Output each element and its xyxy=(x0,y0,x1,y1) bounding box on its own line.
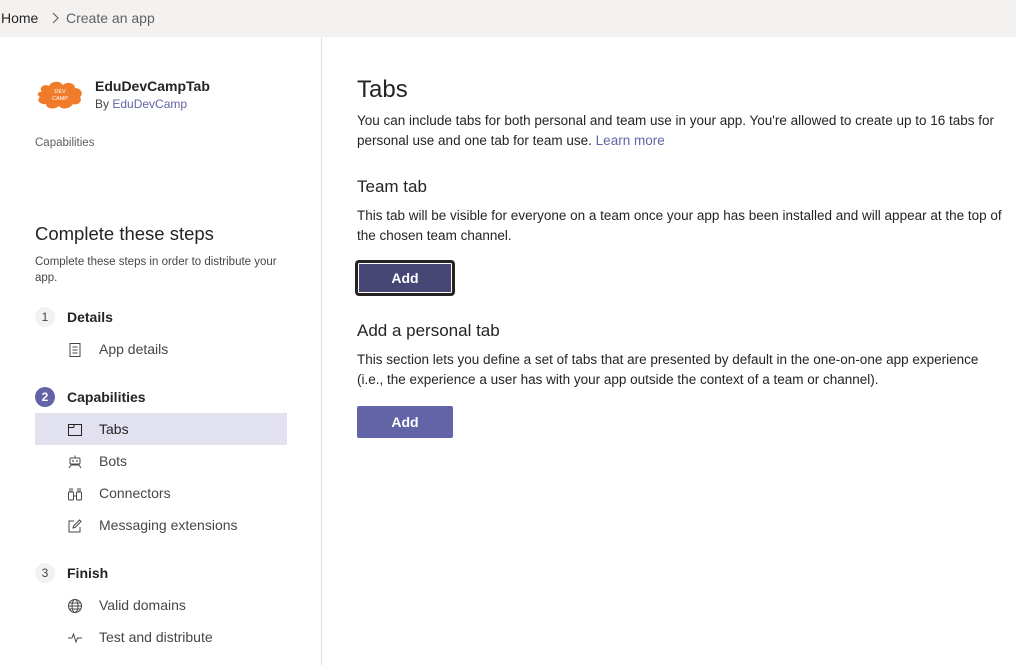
personal-tab-description: This section lets you define a set of ta… xyxy=(357,352,979,387)
step-number-1: 1 xyxy=(35,307,55,327)
sidebar-item-label: Messaging extensions xyxy=(99,517,238,533)
sidebar-item-label: Connectors xyxy=(99,485,171,501)
sidebar-item-connectors[interactable]: Connectors xyxy=(35,477,287,509)
app-author: By EduDevCamp xyxy=(95,97,187,111)
document-icon xyxy=(69,343,81,357)
sidebar-item-label: Tabs xyxy=(99,421,129,437)
personal-tab-title: Add a personal tab xyxy=(357,321,500,340)
step-number-2: 2 xyxy=(35,387,55,407)
page-description: You can include tabs for both personal a… xyxy=(357,111,1007,151)
app-author-prefix: By xyxy=(95,97,113,111)
logo-text-top: DEV xyxy=(54,89,66,95)
breadcrumb-current: Create an app xyxy=(66,10,155,26)
chevron-right-icon xyxy=(52,12,59,24)
personal-tab-add-button[interactable]: Add xyxy=(357,406,453,438)
team-tab-description: This tab will be visible for everyone on… xyxy=(357,208,1002,243)
step-number-3: 3 xyxy=(35,563,55,583)
page-title: Tabs xyxy=(357,76,408,103)
tab-icon xyxy=(68,424,82,436)
step-label-finish: Finish xyxy=(67,565,109,581)
capabilities-label: Capabilities xyxy=(35,137,95,149)
sidebar-item-messaging-extensions[interactable]: Messaging extensions xyxy=(35,509,287,541)
breadcrumb-home-link[interactable]: Home xyxy=(1,10,38,26)
sidebar-item-valid-domains[interactable]: Valid domains xyxy=(35,589,287,621)
edit-icon xyxy=(68,519,82,533)
sidebar-item-label: Valid domains xyxy=(99,597,186,613)
sidebar-item-label: App details xyxy=(99,341,169,357)
app-author-link[interactable]: EduDevCamp xyxy=(112,97,187,111)
page-description-text: You can include tabs for both personal a… xyxy=(357,113,995,148)
team-tab-add-button[interactable]: Add xyxy=(357,262,453,294)
team-tab-title: Team tab xyxy=(357,177,427,196)
activity-icon xyxy=(68,632,82,644)
step-label-details: Details xyxy=(67,309,113,325)
sidebar-item-label: Test and distribute xyxy=(99,629,213,645)
sidebar-item-bots[interactable]: Bots xyxy=(35,445,287,477)
logo-text-bottom: CAMP xyxy=(52,96,68,102)
steps-description: Complete these steps in order to distrib… xyxy=(35,256,277,284)
sidebar-item-app-details[interactable]: App details xyxy=(35,333,287,365)
bot-icon xyxy=(68,455,82,469)
steps-title: Complete these steps xyxy=(35,223,214,244)
app-name: EduDevCampTab xyxy=(95,78,210,94)
globe-icon xyxy=(68,599,82,613)
app-logo: DEV CAMP xyxy=(37,81,82,109)
sidebar-item-test-and-distribute[interactable]: Test and distribute xyxy=(35,621,287,653)
connector-icon xyxy=(68,488,82,501)
breadcrumb-bar: Home Create an app xyxy=(0,0,1016,37)
step-label-capabilities: Capabilities xyxy=(67,389,146,405)
sidebar-item-tabs[interactable]: Tabs xyxy=(35,413,287,445)
learn-more-link[interactable]: Learn more xyxy=(596,133,665,148)
sidebar-item-label: Bots xyxy=(99,453,128,469)
